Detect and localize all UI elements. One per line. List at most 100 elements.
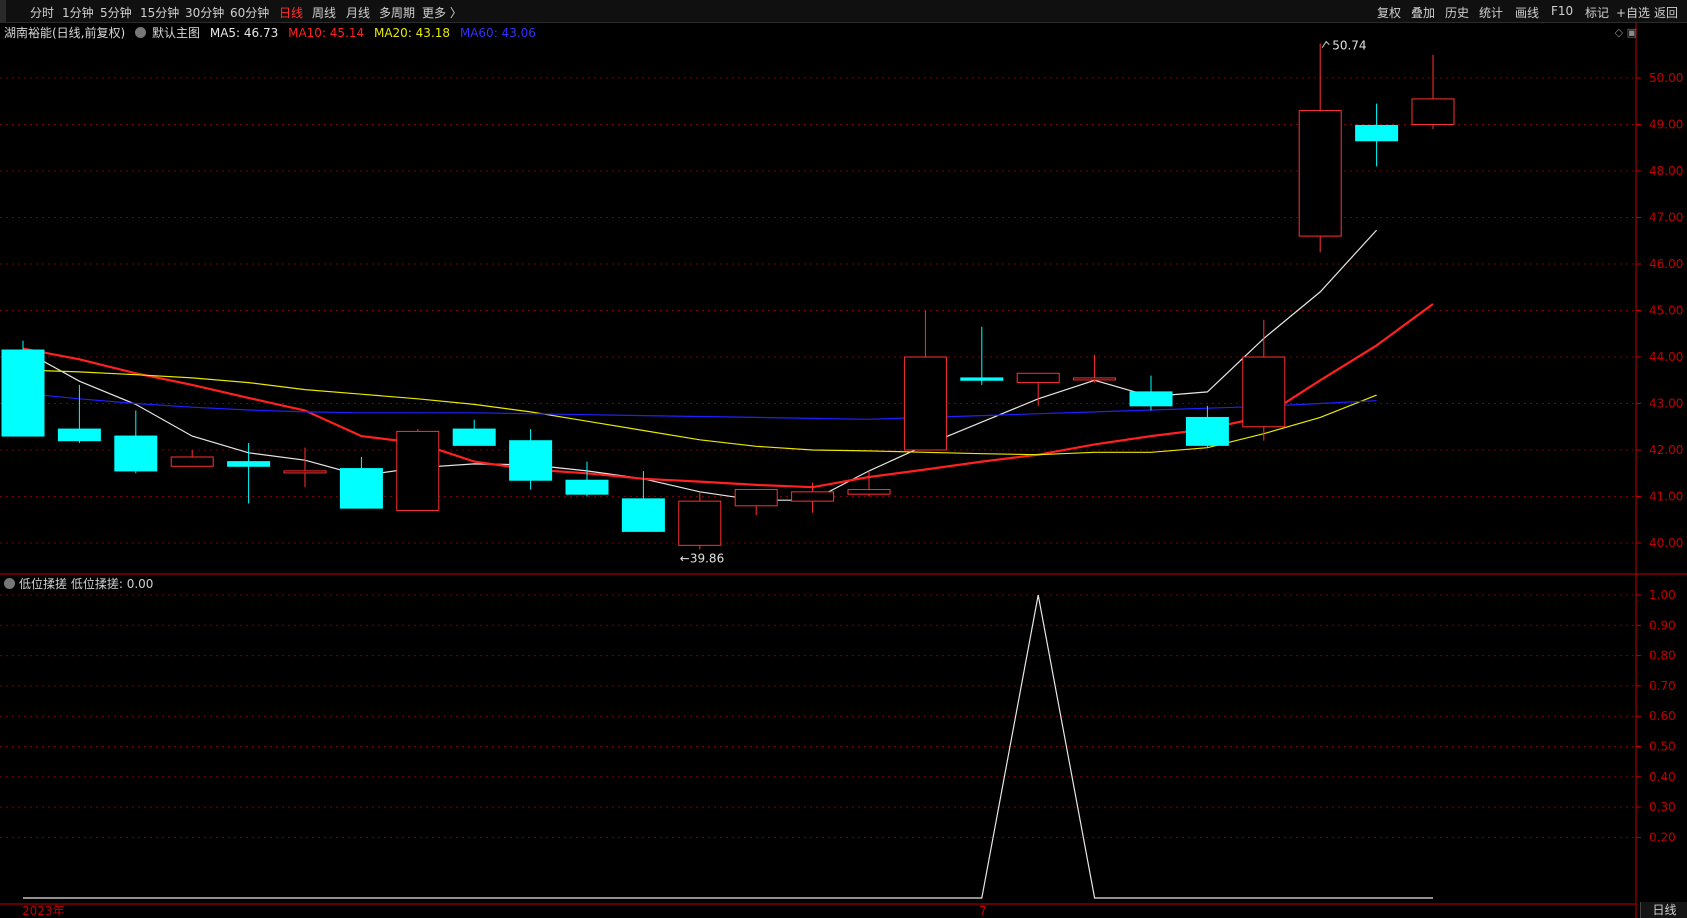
period-toolbar: 分时 1分钟 5分钟 15分钟 30分钟 60分钟 日线 周线 月线 多周期 更多 〉 复权 叠加 历史统… bbox=[0, 0, 1687, 23]
diamond-icon[interactable]: ◇ bbox=[1615, 26, 1623, 39]
y-tick-label: 0.40 bbox=[1649, 770, 1676, 784]
candle-body bbox=[1242, 356, 1286, 428]
candle[interactable] bbox=[734, 489, 778, 516]
candle-body bbox=[1073, 377, 1117, 381]
period-tab-8[interactable]: 月线 bbox=[346, 4, 370, 21]
candle-body bbox=[565, 479, 609, 495]
candles[interactable] bbox=[1, 43, 1455, 550]
candle-body bbox=[170, 456, 214, 467]
period-tab-1[interactable]: 1分钟 bbox=[62, 4, 94, 21]
candle-body bbox=[1411, 98, 1455, 126]
x-axis-month-label: 7 bbox=[979, 904, 987, 918]
template-name[interactable]: 默认主图 bbox=[152, 26, 200, 40]
indicator-value: 低位揉搓: 0.00 bbox=[70, 577, 154, 591]
chart-corner-icons: ◇ ▣ bbox=[1615, 26, 1637, 39]
candle[interactable] bbox=[678, 491, 722, 550]
candle-body bbox=[227, 461, 271, 467]
panel-toggle-icon[interactable]: ▣ bbox=[1627, 26, 1637, 39]
candle[interactable] bbox=[960, 326, 1004, 385]
period-tab-3[interactable]: 15分钟 bbox=[140, 4, 179, 21]
tool-button-2[interactable]: 历史 bbox=[1445, 4, 1469, 21]
candle[interactable] bbox=[339, 456, 383, 509]
candle[interactable] bbox=[903, 310, 947, 451]
candle[interactable] bbox=[1016, 372, 1060, 406]
candle[interactable] bbox=[509, 429, 553, 490]
period-tab-6[interactable]: 日线 bbox=[279, 4, 303, 21]
ma20-label: MA20: 43.18 bbox=[373, 26, 451, 40]
tool-button-1[interactable]: 叠加 bbox=[1411, 4, 1435, 21]
candle[interactable] bbox=[283, 447, 327, 488]
candle-body bbox=[1, 349, 45, 437]
ma60-label: MA60: 43.06 bbox=[459, 26, 536, 40]
candle-body bbox=[678, 500, 722, 546]
y-tick-label: 48.00 bbox=[1649, 164, 1683, 178]
chart-canvas: 50.00 49.00 48.00 47.00 46.00 45.00 44.00 43.00… bbox=[0, 22, 1687, 918]
x-axis-year-label: 2023年 bbox=[22, 904, 65, 918]
candle-body bbox=[509, 440, 553, 481]
indicator-settings-icon[interactable] bbox=[4, 578, 15, 589]
y-tick-label: 49.00 bbox=[1649, 118, 1683, 132]
tool-button-6[interactable]: 标记 bbox=[1585, 4, 1609, 21]
candle-body bbox=[1185, 416, 1229, 446]
indicator-legend: 低位揉搓 低位揉搓: 0.00 bbox=[4, 575, 153, 592]
candle-body bbox=[452, 428, 496, 446]
candle[interactable] bbox=[227, 443, 271, 504]
y-tick-label: 50.00 bbox=[1649, 71, 1683, 85]
ma-line-ma5 bbox=[22, 229, 1378, 501]
y-tick-label: 42.00 bbox=[1649, 443, 1683, 457]
candle-body bbox=[283, 470, 327, 474]
period-tab-9[interactable]: 多周期 bbox=[379, 4, 415, 21]
candle[interactable] bbox=[1242, 319, 1286, 441]
period-tab-10[interactable]: 更多 〉 bbox=[422, 4, 462, 21]
candle[interactable] bbox=[1185, 405, 1229, 448]
tool-button-4[interactable]: 画线 bbox=[1515, 4, 1539, 21]
stock-title[interactable]: 湖南裕能(日线,前复权) bbox=[4, 26, 125, 40]
tool-button-5[interactable]: F10 bbox=[1551, 4, 1573, 18]
candle[interactable] bbox=[1298, 43, 1342, 253]
tool-button-0[interactable]: 复权 bbox=[1377, 4, 1401, 21]
period-tab-daily[interactable]: 日线 bbox=[1640, 902, 1687, 918]
candle[interactable] bbox=[1073, 354, 1117, 383]
y-tick-label: 1.00 bbox=[1649, 588, 1676, 602]
period-tab-0[interactable]: 分时 bbox=[30, 4, 54, 21]
indicator-grid bbox=[0, 594, 1636, 838]
ma-lines bbox=[22, 229, 1434, 501]
indicator-name[interactable]: 低位揉搓 bbox=[19, 577, 67, 591]
y-tick-label: 43.00 bbox=[1649, 397, 1683, 411]
period-tab-5[interactable]: 60分钟 bbox=[230, 4, 269, 21]
candle-body bbox=[1298, 110, 1342, 237]
sidebar-collapse-handle[interactable] bbox=[0, 0, 6, 22]
tool-button-8[interactable]: 返回 bbox=[1654, 4, 1678, 21]
period-tab-7[interactable]: 周线 bbox=[312, 4, 336, 21]
candle[interactable] bbox=[1129, 375, 1173, 411]
ma5-label: MA5: 46.73 bbox=[209, 26, 279, 40]
candle-body bbox=[114, 435, 158, 472]
settings-icon[interactable] bbox=[135, 27, 147, 38]
period-tab-2[interactable]: 5分钟 bbox=[100, 4, 132, 21]
candle[interactable] bbox=[565, 461, 609, 497]
main-chart-legend: 湖南裕能(日线,前复权) 默认主图 MA5: 46.73 MA10: 45.14… bbox=[4, 24, 542, 40]
candle[interactable] bbox=[170, 450, 214, 467]
candle[interactable] bbox=[396, 429, 440, 511]
y-tick-label: 44.00 bbox=[1649, 350, 1683, 364]
candle[interactable] bbox=[1411, 54, 1455, 130]
candle[interactable] bbox=[1, 340, 45, 437]
period-tab-4[interactable]: 30分钟 bbox=[185, 4, 224, 21]
ma-line-ma20 bbox=[22, 369, 1377, 456]
ma-line-ma60 bbox=[22, 392, 1377, 420]
y-tick-label: 0.90 bbox=[1649, 618, 1676, 632]
candle[interactable] bbox=[452, 419, 496, 446]
candle-body bbox=[847, 489, 891, 495]
y-tick-label: 41.00 bbox=[1649, 490, 1683, 504]
candle[interactable] bbox=[57, 384, 101, 444]
y-tick-label: 40.00 bbox=[1649, 536, 1683, 550]
y-tick-label: 0.30 bbox=[1649, 800, 1676, 814]
candle-body bbox=[903, 356, 947, 451]
y-tick-label: 46.00 bbox=[1649, 257, 1683, 271]
tool-button-3[interactable]: 统计 bbox=[1479, 4, 1503, 21]
tool-button-7[interactable]: +自选 bbox=[1616, 4, 1650, 21]
candle[interactable] bbox=[1355, 103, 1399, 167]
y-tick-label: 0.20 bbox=[1649, 830, 1676, 844]
candle[interactable] bbox=[114, 410, 158, 474]
low-price-label: ←39.86 bbox=[680, 552, 724, 566]
